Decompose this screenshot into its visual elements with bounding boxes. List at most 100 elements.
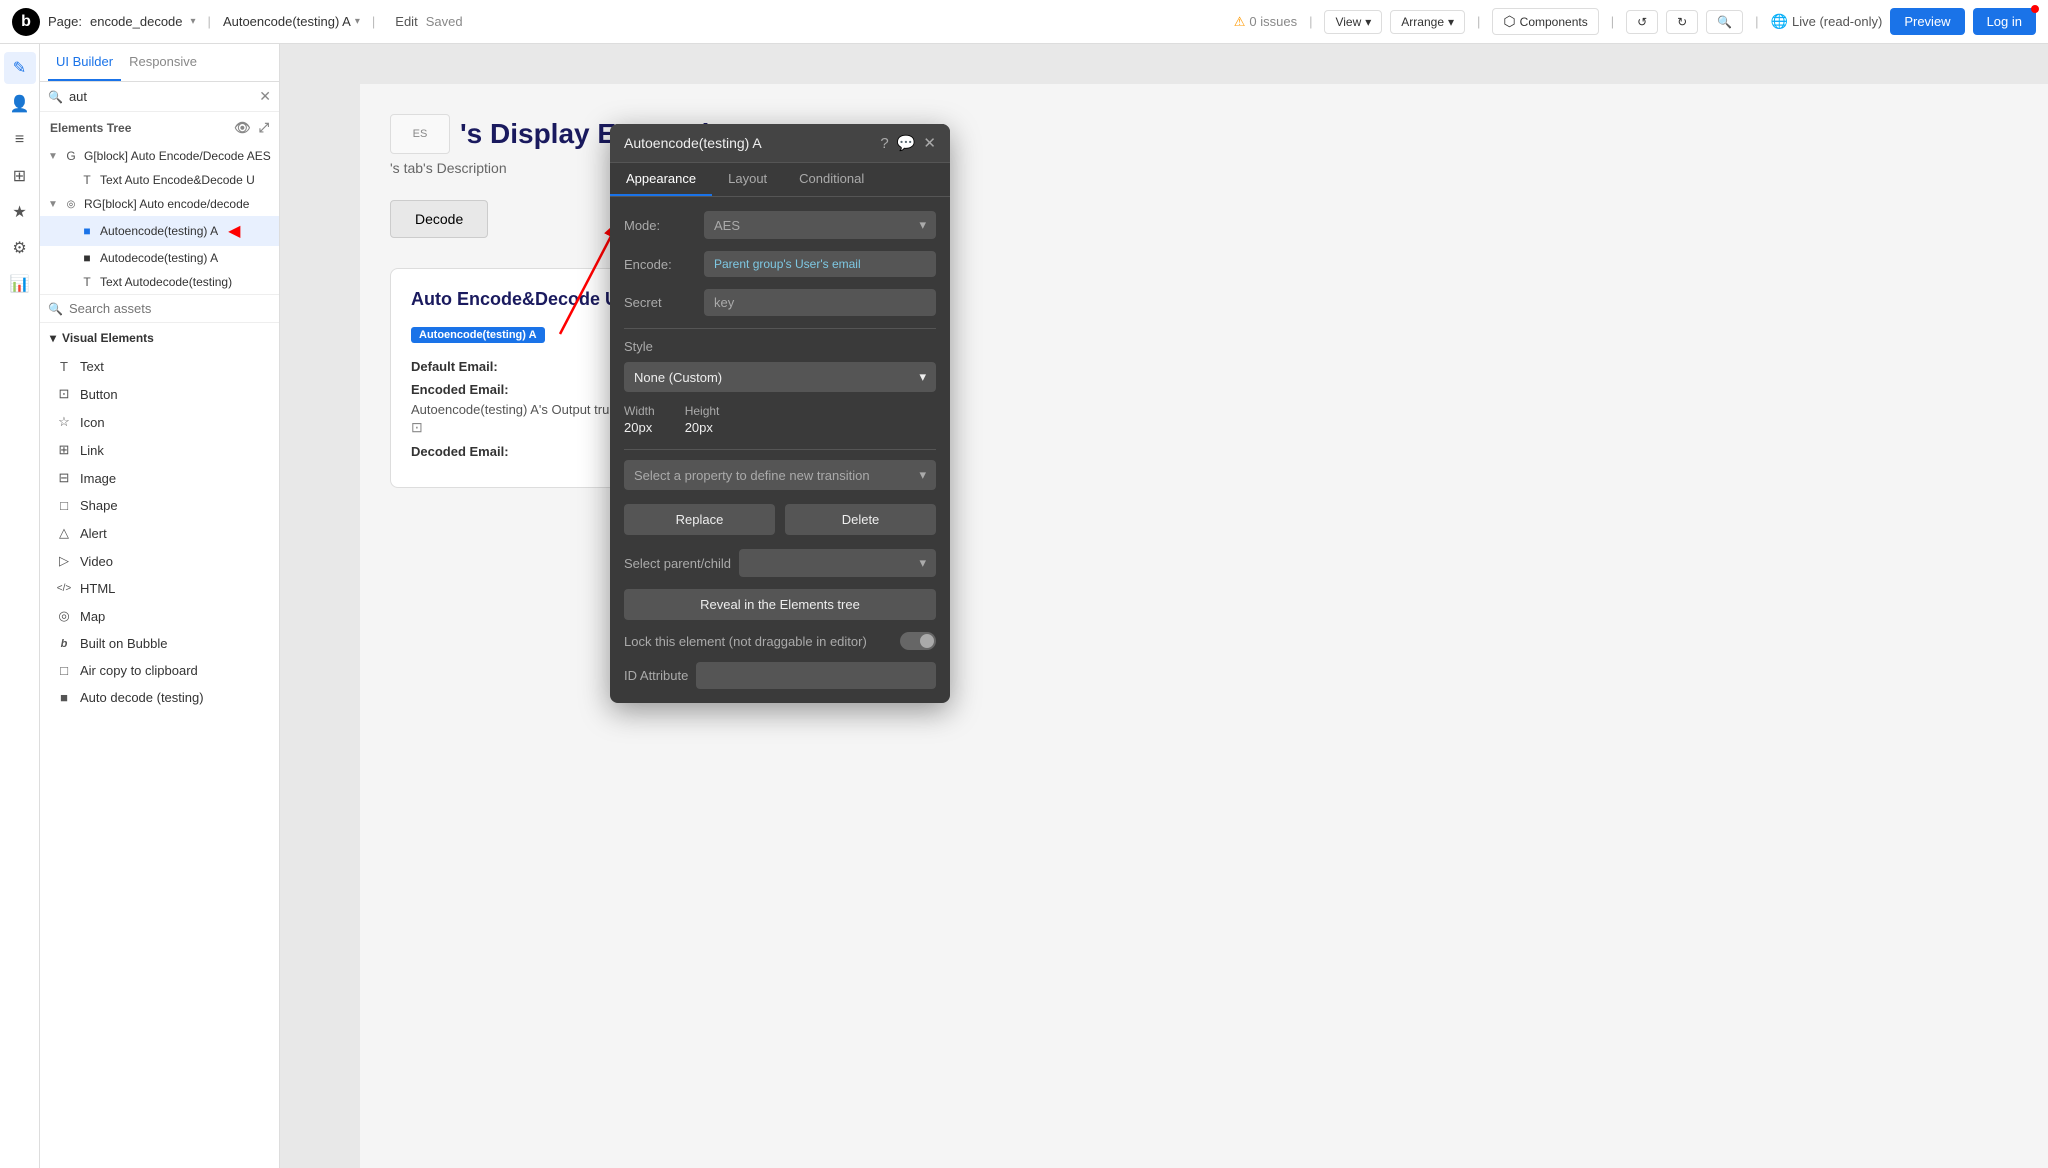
page-chevron-icon[interactable]: ▾ bbox=[191, 16, 196, 27]
search-input[interactable] bbox=[69, 89, 253, 104]
modal-id-input[interactable] bbox=[696, 662, 936, 689]
decode-button[interactable]: Decode bbox=[390, 200, 488, 238]
canvas: ES 's Display Encryption 's tab's Descri… bbox=[280, 44, 2048, 1168]
tree-item-rg-block[interactable]: ▼ ◎ RG[block] Auto encode/decode bbox=[40, 192, 279, 216]
visual-elements-header[interactable]: ▾ Visual Elements bbox=[40, 323, 279, 353]
modal-height-value[interactable]: 20px bbox=[685, 420, 720, 435]
preview-button[interactable]: Preview bbox=[1890, 8, 1964, 35]
expand-icon[interactable]: ⤢ bbox=[259, 120, 269, 136]
ve-item-icon[interactable]: ☆ Icon bbox=[40, 408, 279, 436]
modal-secret-label: Secret bbox=[624, 295, 704, 310]
issues-count[interactable]: ⚠ 0 issues bbox=[1234, 14, 1297, 30]
tab-responsive[interactable]: Responsive bbox=[121, 44, 205, 81]
modal-style-dropdown[interactable]: None (Custom) ▾ bbox=[624, 362, 936, 392]
modal-encode-value-box[interactable]: Parent group's User's email bbox=[704, 251, 936, 277]
ve-collapse-icon: ▾ bbox=[50, 331, 56, 345]
search-button[interactable]: 🔍 bbox=[1706, 10, 1743, 34]
tree-item-autoencode[interactable]: ■ Autoencode(testing) A ◀ bbox=[40, 216, 279, 246]
text-icon: T bbox=[80, 173, 94, 187]
tree-item-label-g-block: G[block] Auto Encode/Decode AES bbox=[84, 149, 271, 163]
icon-bar-pencil[interactable]: ✎ bbox=[4, 52, 36, 84]
clear-icon[interactable]: ✕ bbox=[259, 88, 271, 105]
element-chevron-icon: ▾ bbox=[355, 16, 360, 27]
ve-button-icon: ⊡ bbox=[56, 386, 72, 402]
autoencode-badge[interactable]: Autoencode(testing) A bbox=[411, 327, 545, 343]
modal-parent-row: Select parent/child ▾ bbox=[624, 549, 936, 577]
modal-parent-label: Select parent/child bbox=[624, 556, 731, 571]
modal-mode-dropdown[interactable]: AES ▾ bbox=[704, 211, 936, 239]
ve-item-text[interactable]: T Text bbox=[40, 353, 279, 380]
ve-items: T Text ⊡ Button ☆ Icon ⊞ Link ⊟ Image bbox=[40, 353, 279, 711]
login-button[interactable]: Log in bbox=[1973, 8, 2036, 35]
arrange-button[interactable]: Arrange ▾ bbox=[1390, 10, 1465, 34]
modal-width-value[interactable]: 20px bbox=[624, 420, 655, 435]
ve-icon-label: Icon bbox=[80, 415, 105, 430]
ve-item-html[interactable]: </> HTML bbox=[40, 575, 279, 602]
element-selector[interactable]: Autoencode(testing) A ▾ bbox=[223, 14, 360, 29]
icon-bar-settings[interactable]: ⚙ bbox=[4, 232, 36, 264]
ve-map-label: Map bbox=[80, 609, 105, 624]
modal-mode-value: AES bbox=[714, 218, 740, 233]
ve-shape-icon: □ bbox=[56, 498, 72, 513]
edit-label[interactable]: Edit bbox=[395, 14, 417, 29]
icon-bar-layers[interactable]: ≡ bbox=[4, 124, 36, 156]
redo-button[interactable]: ↻ bbox=[1666, 10, 1698, 34]
copy-icon[interactable]: ⊡ bbox=[411, 419, 423, 435]
rg-icon: ◎ bbox=[64, 199, 78, 210]
components-button[interactable]: ⬡ Components bbox=[1492, 8, 1598, 35]
ve-item-video[interactable]: ▷ Video bbox=[40, 547, 279, 575]
ve-html-label: HTML bbox=[80, 581, 115, 596]
icon-bar-star[interactable]: ★ bbox=[4, 196, 36, 228]
tree-item-autodecode[interactable]: ■ Autodecode(testing) A bbox=[40, 246, 279, 270]
modal-help-icon[interactable]: ? bbox=[880, 135, 888, 152]
modal-encode-label: Encode: bbox=[624, 257, 704, 272]
ve-bubble-icon: b bbox=[56, 638, 72, 650]
ve-item-link[interactable]: ⊞ Link bbox=[40, 436, 279, 464]
assets-search-input[interactable] bbox=[69, 301, 271, 316]
tab-conditional[interactable]: Conditional bbox=[783, 163, 880, 196]
icon-bar-puzzle[interactable]: ⊞ bbox=[4, 160, 36, 192]
modal-style-value: None (Custom) bbox=[634, 370, 722, 385]
ve-item-image[interactable]: ⊟ Image bbox=[40, 464, 279, 492]
modal-transition-dropdown[interactable]: Select a property to define new transiti… bbox=[624, 460, 936, 490]
tab-appearance[interactable]: Appearance bbox=[610, 163, 712, 196]
view-button[interactable]: View ▾ bbox=[1324, 10, 1382, 34]
notification-badge bbox=[2031, 5, 2039, 13]
ve-link-icon: ⊞ bbox=[56, 442, 72, 458]
modal-height-label: Height bbox=[685, 404, 720, 418]
ve-item-bubble[interactable]: b Built on Bubble bbox=[40, 630, 279, 657]
tab-layout[interactable]: Layout bbox=[712, 163, 783, 196]
icon-bar-person[interactable]: 👤 bbox=[4, 88, 36, 120]
modal-secret-input[interactable] bbox=[704, 289, 936, 316]
search-icon: 🔍 bbox=[48, 90, 63, 104]
ve-item-shape[interactable]: □ Shape bbox=[40, 492, 279, 519]
tree-item-text-autod[interactable]: T Text Autodecode(testing) bbox=[40, 270, 279, 294]
ve-map-icon: ◎ bbox=[56, 608, 72, 624]
modal-lock-toggle[interactable] bbox=[900, 632, 936, 650]
ve-item-air-copy[interactable]: □ Air copy to clipboard bbox=[40, 657, 279, 684]
visibility-icon[interactable]: 👁 bbox=[234, 120, 251, 136]
logo[interactable]: b bbox=[12, 8, 40, 36]
icon-bar-chart[interactable]: 📊 bbox=[4, 268, 36, 300]
ve-item-alert[interactable]: △ Alert bbox=[40, 519, 279, 547]
modal-parent-dropdown[interactable]: ▾ bbox=[739, 549, 936, 577]
assets-search-bar: 🔍 bbox=[40, 294, 279, 323]
ve-button-label: Button bbox=[80, 387, 118, 402]
modal-reveal-button[interactable]: Reveal in the Elements tree bbox=[624, 589, 936, 620]
ve-item-button[interactable]: ⊡ Button bbox=[40, 380, 279, 408]
tree-item-g-block[interactable]: ▼ G G[block] Auto Encode/Decode AES bbox=[40, 144, 279, 168]
tree-item-text-auto[interactable]: T Text Auto Encode&Decode U bbox=[40, 168, 279, 192]
modal-replace-button[interactable]: Replace bbox=[624, 504, 775, 535]
ve-item-auto-decode[interactable]: ■ Auto decode (testing) bbox=[40, 684, 279, 711]
tab-ui-builder[interactable]: UI Builder bbox=[48, 44, 121, 81]
ve-image-icon: ⊟ bbox=[56, 470, 72, 486]
modal-close-icon[interactable]: ✕ bbox=[923, 134, 936, 152]
undo-button[interactable]: ↺ bbox=[1626, 10, 1658, 34]
ve-air-copy-label: Air copy to clipboard bbox=[80, 663, 198, 678]
modal-transition-chevron: ▾ bbox=[919, 467, 926, 483]
ve-item-map[interactable]: ◎ Map bbox=[40, 602, 279, 630]
modal-delete-button[interactable]: Delete bbox=[785, 504, 936, 535]
modal-chat-icon[interactable]: 💬 bbox=[897, 134, 916, 152]
modal-title: Autoencode(testing) A bbox=[624, 135, 762, 151]
autodecode-icon: ■ bbox=[80, 251, 94, 265]
